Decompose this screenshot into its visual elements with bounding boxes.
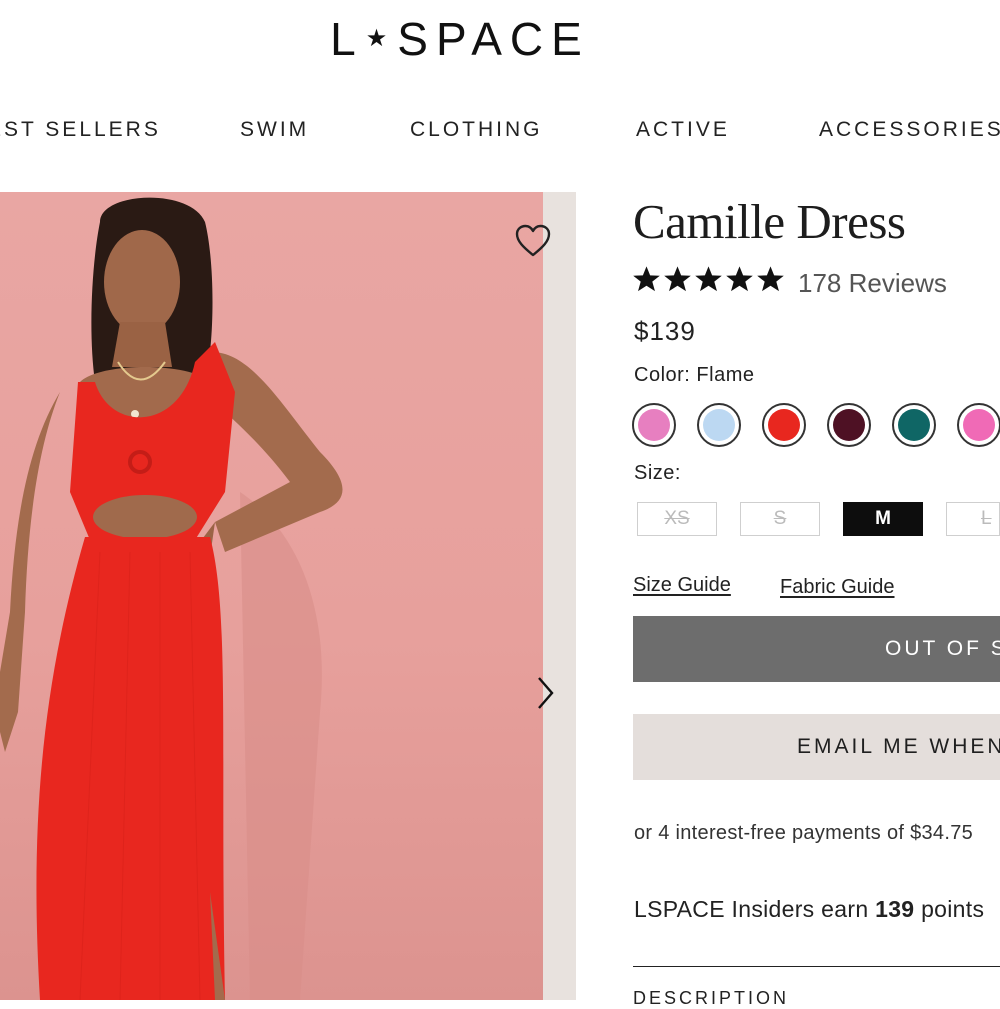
favorite-button[interactable] xyxy=(514,224,552,258)
swatch-fill xyxy=(638,409,670,441)
size-option-l[interactable]: L xyxy=(946,502,1000,536)
nav-item-swim[interactable]: SWIM xyxy=(240,118,309,142)
logo-word: SPACE xyxy=(397,13,590,65)
heart-icon xyxy=(515,224,551,257)
next-image-button[interactable] xyxy=(531,674,559,712)
color-swatch[interactable] xyxy=(892,403,936,447)
size-option-xs[interactable]: XS xyxy=(637,502,717,536)
color-swatch[interactable] xyxy=(827,403,871,447)
insiders-suffix: points xyxy=(921,896,985,922)
product-title: Camille Dress xyxy=(633,194,906,249)
product-price: $139 xyxy=(634,316,696,346)
insiders-prefix: LSPACE Insiders earn xyxy=(634,896,869,922)
main-nav: BEST SELLERS SWIM CLOTHING ACTIVE ACCESS… xyxy=(0,118,1000,148)
star-icon xyxy=(726,266,753,292)
size-option-m[interactable]: M xyxy=(843,502,923,536)
divider xyxy=(633,966,1000,967)
chevron-right-icon xyxy=(538,677,554,709)
brand-logo[interactable]: L★SPACE xyxy=(0,12,920,66)
color-swatch[interactable] xyxy=(957,403,1000,447)
rating-stars xyxy=(632,264,787,300)
size-guide-link[interactable]: Size Guide xyxy=(633,574,731,597)
nav-item-accessories[interactable]: ACCESSORIES + xyxy=(819,118,1000,142)
insiders-points-value: 139 xyxy=(875,896,915,922)
model-illustration xyxy=(0,197,343,1000)
swatch-fill xyxy=(963,409,995,441)
star-icon xyxy=(757,266,784,292)
product-gallery xyxy=(0,192,576,1000)
product-photo xyxy=(0,192,543,1000)
size-option-s[interactable]: S xyxy=(740,502,820,536)
nav-item-clothing[interactable]: CLOTHING xyxy=(410,118,543,142)
description-tab[interactable]: DESCRIPTION xyxy=(633,988,789,1009)
swatch-fill xyxy=(898,409,930,441)
color-swatch[interactable] xyxy=(697,403,741,447)
logo-star-icon: ★ xyxy=(365,25,396,53)
insiders-points: LSPACE Insiders earn 139 points xyxy=(634,896,984,923)
email-me-button[interactable]: EMAIL ME WHEN xyxy=(633,714,1000,780)
size-label: Size: xyxy=(634,462,681,484)
logo-letter: L xyxy=(330,13,364,65)
color-swatch-selected[interactable] xyxy=(762,403,806,447)
out-of-stock-button[interactable]: OUT OF S xyxy=(633,616,1000,682)
swatch-fill xyxy=(703,409,735,441)
nav-item-best-sellers[interactable]: BEST SELLERS xyxy=(0,118,161,142)
swatch-fill xyxy=(768,409,800,441)
color-swatch[interactable] xyxy=(632,403,676,447)
star-icon xyxy=(633,266,660,292)
swatch-fill xyxy=(833,409,865,441)
star-icon xyxy=(695,266,722,292)
reviews-link[interactable]: 178 Reviews xyxy=(798,268,947,299)
color-label: Color: Flame xyxy=(634,364,755,386)
fabric-guide-link[interactable]: Fabric Guide xyxy=(780,576,895,599)
installments-text: or 4 interest-free payments of $34.75 xyxy=(634,822,974,844)
nav-item-active[interactable]: ACTIVE xyxy=(636,118,730,142)
star-icon xyxy=(664,266,691,292)
